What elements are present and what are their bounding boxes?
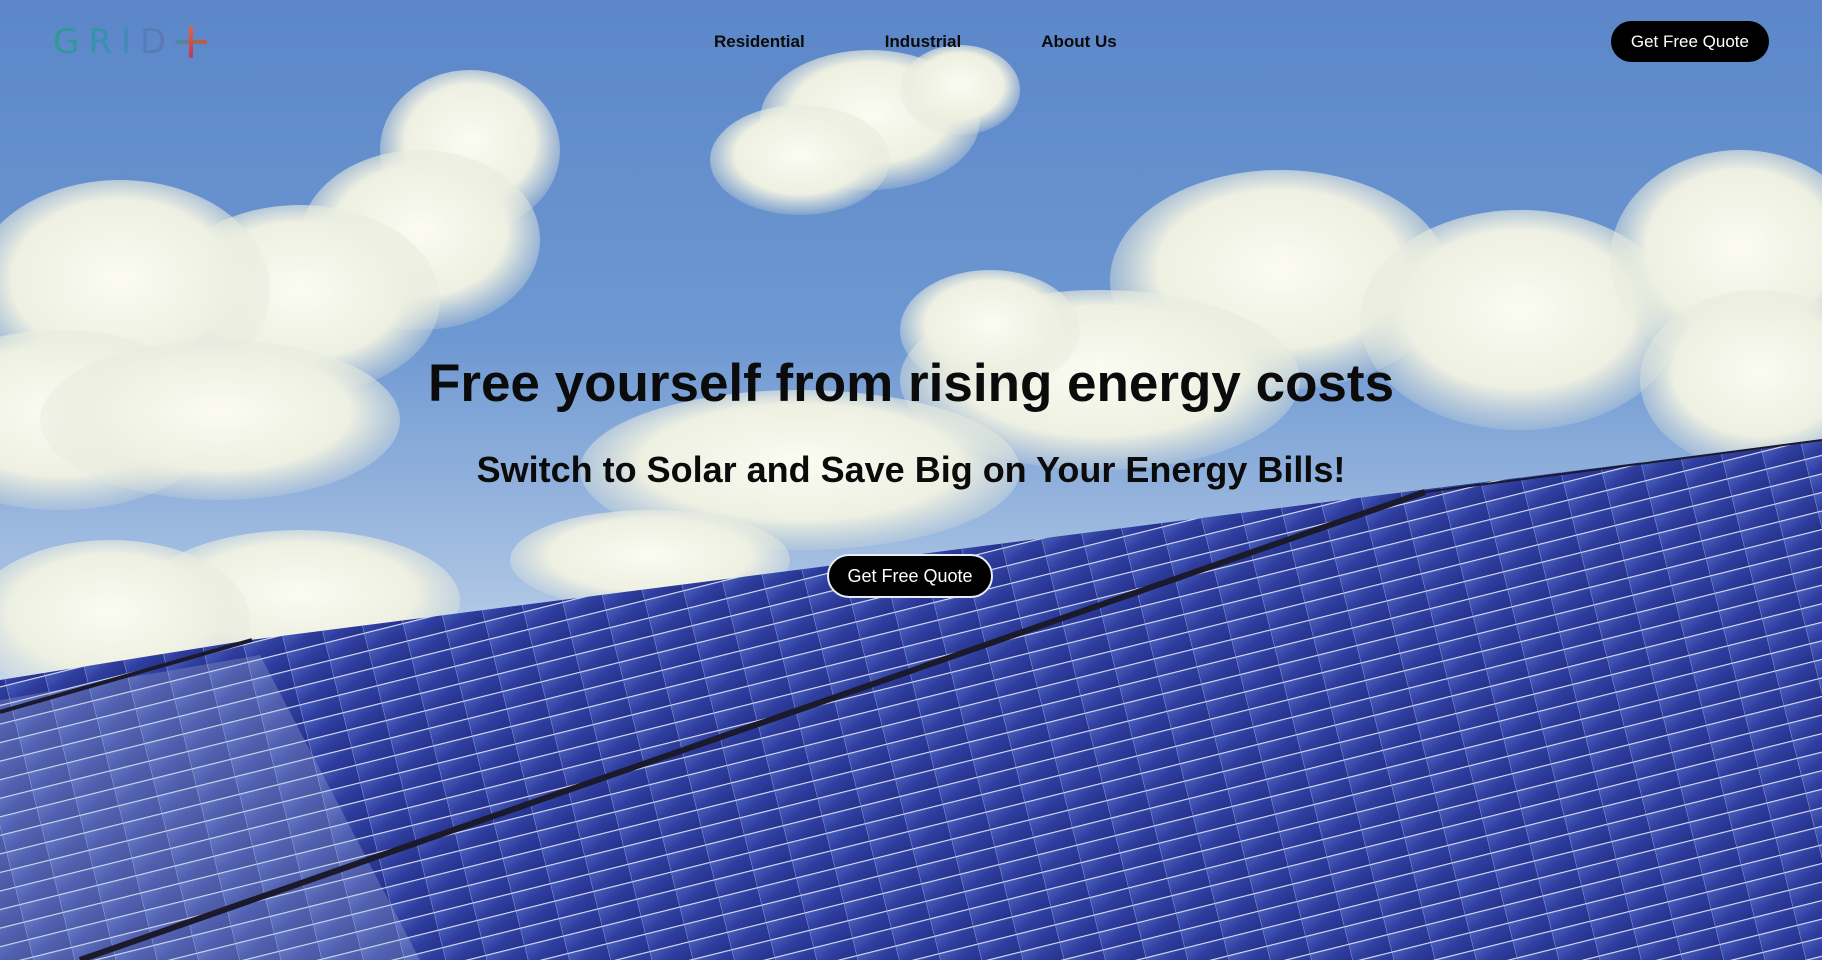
plus-icon	[175, 26, 208, 58]
hero-subheadline: Switch to Solar and Save Big on Your Ene…	[476, 449, 1346, 490]
nav-link-residential[interactable]: Residential	[714, 30, 805, 54]
hero-section: GRID Residential Industrial About Us Get…	[0, 0, 1822, 960]
brand-logo[interactable]: GRID	[53, 22, 208, 62]
nav-link-industrial[interactable]: Industrial	[885, 30, 962, 54]
header-get-quote-button[interactable]: Get Free Quote	[1610, 21, 1769, 62]
site-header: GRID Residential Industrial About Us Get…	[0, 0, 1822, 84]
hero-get-quote-button[interactable]: Get Free Quote	[827, 554, 993, 598]
nav-link-about-us[interactable]: About Us	[1041, 30, 1117, 54]
hero-headline: Free yourself from rising energy costs	[427, 354, 1395, 413]
logo-wordmark: GRID	[53, 22, 176, 62]
main-nav: Residential Industrial About Us	[714, 30, 1117, 54]
